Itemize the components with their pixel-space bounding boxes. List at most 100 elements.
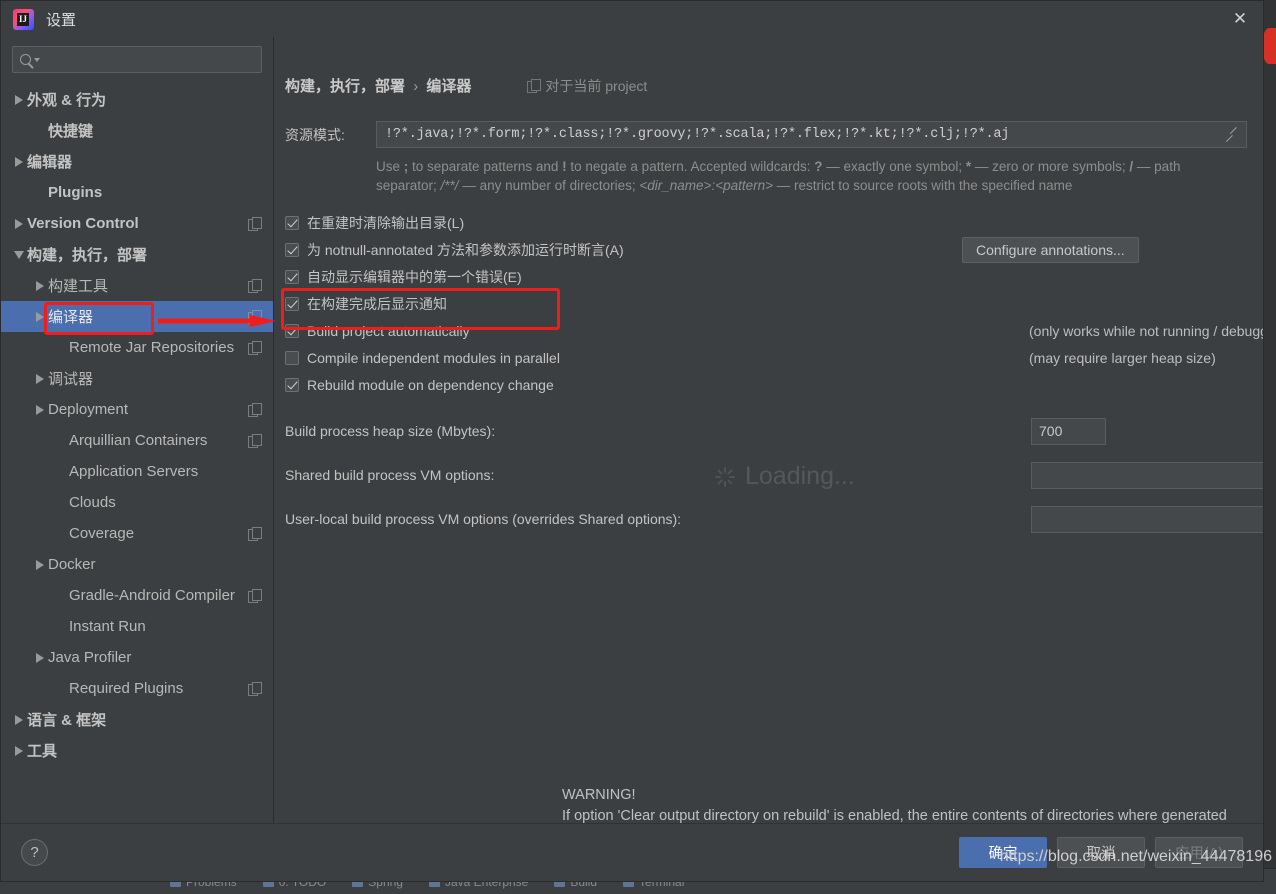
checkbox-label-clear-output-directory-on-rebuild: 在重建时清除输出目录(L) [307,214,465,231]
sidebar-item-9[interactable]: 调试器 [1,363,273,394]
checkbox-label-auto-show-first-error: 自动显示编辑器中的第一个错误(E) [307,268,522,285]
chevron-right-icon[interactable] [32,280,48,291]
checkbox-row-rebuild-module-on-dependency-change[interactable]: Rebuild module on dependency change [274,371,1263,398]
sidebar-item-label: Clouds [69,494,116,511]
sidebar-item-label: 构建工具 [48,278,109,295]
help-text: to separate patterns and [408,159,563,174]
sidebar-item-12[interactable]: Application Servers [1,456,273,487]
sidebar-item-1[interactable]: 快捷键 [1,115,273,146]
project-scope-icon [248,341,262,355]
checkbox-add-runtime-assertions-notnull[interactable] [285,242,299,257]
sidebar-item-3[interactable]: Plugins [1,177,273,208]
sidebar-item-14[interactable]: Coverage [1,518,273,549]
sidebar-item-label: 外观 & 行为 [27,92,107,109]
help-question: ? [814,159,823,174]
user-local-vm-options-field[interactable] [1031,505,1263,533]
search-input[interactable] [40,52,254,67]
help-text: Use [376,159,404,174]
sidebar-item-8[interactable]: Remote Jar Repositories [1,332,273,363]
checkbox-label-rebuild-module-on-dependency-change: Rebuild module on dependency change [307,376,554,393]
sidebar-item-17[interactable]: Instant Run [1,611,273,642]
sidebar-item-label: Plugins [48,184,103,201]
shared-vm-options-field[interactable] [1031,461,1263,489]
help-text: — zero or more symbols; [971,159,1130,174]
chevron-right-icon[interactable] [11,218,27,229]
sidebar-item-10[interactable]: Deployment [1,394,273,425]
resource-pattern-input[interactable] [385,127,1219,142]
checkbox-build-project-automatically[interactable] [285,323,299,338]
heap-size-field[interactable] [1031,417,1106,445]
breadcrumb-separator: › [413,78,419,95]
sidebar-item-11[interactable]: Arquillian Containers [1,425,273,456]
project-scope-icon [248,279,262,293]
sidebar-item-6[interactable]: 构建工具 [1,270,273,301]
chevron-right-icon[interactable] [32,652,48,663]
sidebar-item-18[interactable]: Java Profiler [1,642,273,673]
sidebar-item-label: Remote Jar Repositories [69,339,235,356]
sidebar-item-13[interactable]: Clouds [1,487,273,518]
checkbox-auto-show-first-error[interactable] [285,269,299,284]
heap-size-input[interactable] [1039,423,1098,439]
checkbox-row-display-notification-on-build-complete[interactable]: 在构建完成后显示通知 [274,290,1263,317]
sidebar-item-label: Required Plugins [69,680,184,697]
sidebar-item-19[interactable]: Required Plugins [1,673,273,704]
chevron-right-icon[interactable] [32,559,48,570]
help-double-star: /**/ [440,178,459,193]
sidebar-item-label: Coverage [69,525,135,542]
chevron-right-icon[interactable] [32,311,48,322]
user-local-vm-options-input[interactable] [1039,511,1263,527]
triangle-glyph [36,404,44,415]
scope-note-label: 对于当前 project [545,77,648,94]
sidebar-item-label: Java Profiler [48,649,132,666]
resource-pattern-field[interactable] [376,121,1247,148]
checkbox-row-build-project-automatically[interactable]: Build project automatically (only works w… [274,317,1263,344]
dialog-body: 外观 & 行为 快捷键 编辑器 Plugins Version Control 构建，执行… [1,37,1263,823]
chevron-down-icon[interactable] [11,250,27,259]
checkbox-row-auto-show-first-error[interactable]: 自动显示编辑器中的第一个错误(E) [274,263,1263,290]
checkbox-rebuild-module-on-dependency-change[interactable] [285,377,299,392]
sidebar-item-7[interactable]: 编译器 [1,301,273,332]
sidebar-item-21[interactable]: 工具 [1,735,273,766]
settings-content-panel: 构建，执行，部署 › 编译器 对于当前 project 资源模式: Use ; [274,37,1263,823]
checkbox-label-add-runtime-assertions-notnull: 为 notnull-annotated 方法和参数添加运行时断言(A) [307,241,624,258]
sidebar-item-label: 调试器 [48,371,94,388]
chevron-right-icon[interactable] [11,745,27,756]
settings-tree[interactable]: 外观 & 行为快捷键 编辑器 Plugins Version Control 构建，执行… [1,79,273,823]
checkbox-display-notification-on-build-complete[interactable] [285,296,299,311]
heap-size-row: Build process heap size (Mbytes): [274,416,1263,446]
checkbox-row-clear-output-directory-on-rebuild[interactable]: 在重建时清除输出目录(L) [274,209,1263,236]
chevron-right-icon[interactable] [11,714,27,725]
sidebar-item-4[interactable]: Version Control [1,208,273,239]
project-scope-icon [248,589,262,603]
sidebar-item-0[interactable]: 外观 & 行为 [1,84,273,115]
configure-annotations-button[interactable]: Configure annotations... [962,237,1139,263]
sidebar-item-20[interactable]: 语言 & 框架 [1,704,273,735]
intellij-idea-icon: IJ [13,8,34,30]
checkbox-compile-independent-modules-in-parallel[interactable] [285,350,299,365]
project-scope-icon [248,434,262,448]
checkbox-row-compile-independent-modules-in-parallel[interactable]: Compile independent modules in parallel (… [274,344,1263,371]
resource-pattern-row: 资源模式: [274,121,1263,148]
resource-pattern-help: Use ; to separate patterns and ! to nega… [376,157,1221,195]
sidebar-item-15[interactable]: Docker [1,549,273,580]
close-icon[interactable]: ✕ [1217,1,1263,37]
user-local-vm-options-label: User-local build process VM options (ove… [285,511,682,527]
chevron-right-icon[interactable] [32,373,48,384]
search-box[interactable] [12,46,262,73]
project-scope-icon [248,310,262,324]
breadcrumb: 构建，执行，部署 › 编译器 [285,75,471,96]
checkbox-row-add-runtime-assertions-notnull[interactable]: 为 notnull-annotated 方法和参数添加运行时断言(A) Confi… [274,236,1263,263]
sidebar-item-2[interactable]: 编辑器 [1,146,273,177]
chevron-right-icon[interactable] [32,404,48,415]
warning-line-1: If option 'Clear output directory on reb… [562,808,1227,823]
sidebar-item-5[interactable]: 构建，执行，部署 [1,239,273,270]
triangle-glyph [15,714,23,725]
sidebar-item-16[interactable]: Gradle-Android Compiler [1,580,273,611]
checkbox-clear-output-directory-on-rebuild[interactable] [285,215,299,230]
chevron-right-icon[interactable] [11,94,27,105]
expand-editor-icon[interactable] [1225,128,1238,141]
chevron-right-icon[interactable] [11,156,27,167]
shared-vm-options-row: Shared build process VM options: [274,460,1263,490]
help-icon[interactable]: ? [21,839,48,866]
shared-vm-options-input[interactable] [1039,467,1263,483]
